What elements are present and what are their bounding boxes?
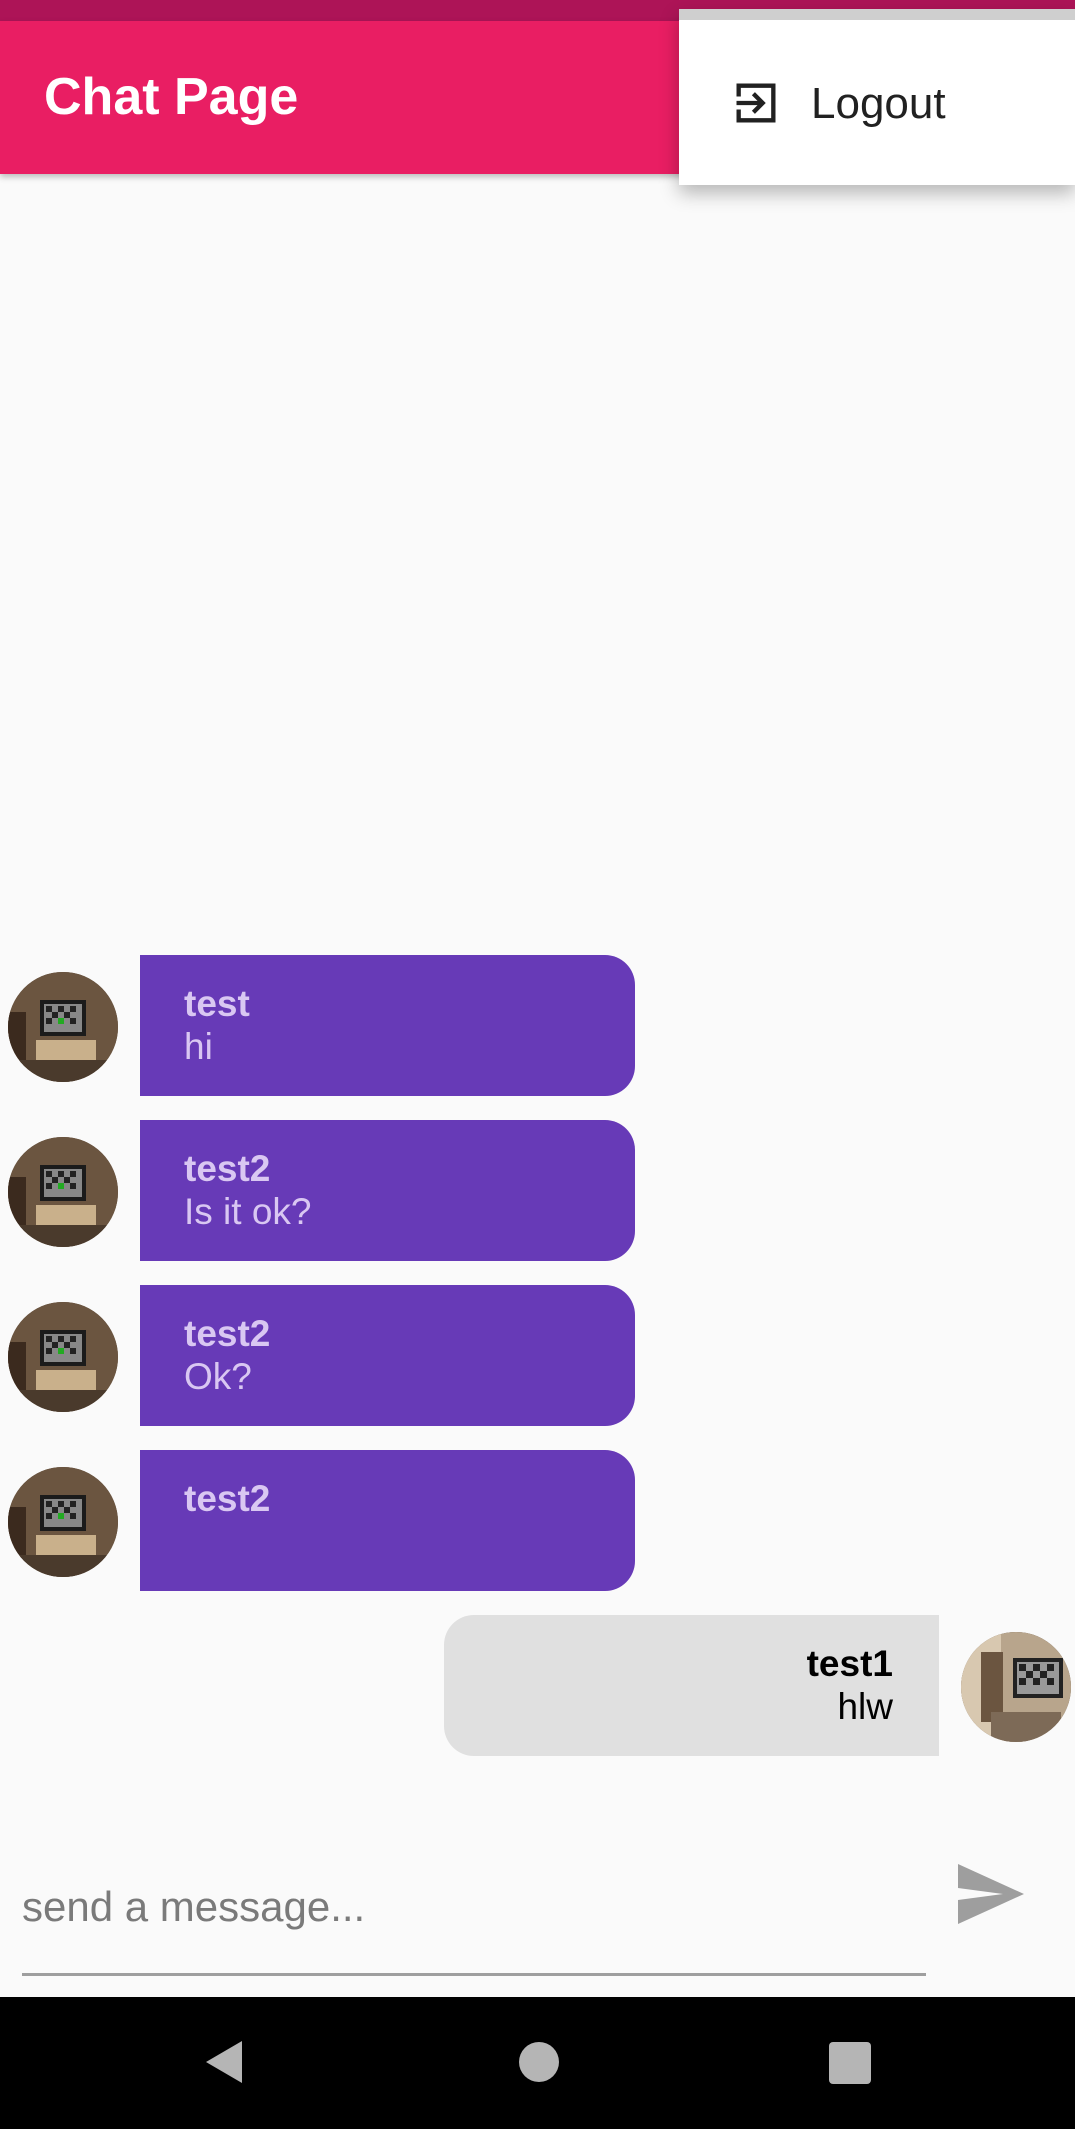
message-bubble: test2 Ok? bbox=[140, 1285, 635, 1426]
message-text: Is it ok? bbox=[184, 1191, 312, 1232]
avatar bbox=[8, 1467, 118, 1577]
message-text: hi bbox=[184, 1026, 213, 1067]
message-sender: test2 bbox=[184, 1478, 271, 1519]
avatar bbox=[961, 1632, 1071, 1742]
send-button[interactable] bbox=[955, 1864, 1027, 1924]
message-bubble: test1 hlw bbox=[444, 1615, 939, 1756]
message-sender: test2 bbox=[184, 1148, 271, 1189]
recents-icon bbox=[829, 2042, 871, 2084]
message-bubble: test2 bbox=[140, 1450, 635, 1591]
message-sender: test bbox=[184, 983, 250, 1024]
home-icon bbox=[519, 2042, 559, 2082]
avatar bbox=[8, 1137, 118, 1247]
message-row: test2 Is it ok? bbox=[0, 1120, 1075, 1261]
message-row: test2 Ok? bbox=[0, 1285, 1075, 1426]
home-button[interactable] bbox=[518, 2041, 560, 2083]
avatar bbox=[8, 972, 118, 1082]
message-row: test2 bbox=[0, 1450, 1075, 1591]
message-row: test1 hlw bbox=[0, 1615, 1075, 1756]
message-bubble: test hi bbox=[140, 955, 635, 1096]
message-sender: test1 bbox=[806, 1643, 893, 1684]
logout-icon bbox=[736, 83, 776, 123]
navigation-bar bbox=[0, 1997, 1075, 2129]
avatar bbox=[8, 1302, 118, 1412]
message-text: Ok? bbox=[184, 1356, 252, 1397]
message-bubble: test2 Is it ok? bbox=[140, 1120, 635, 1261]
overflow-menu: Logout bbox=[679, 9, 1075, 185]
logout-label: Logout bbox=[811, 79, 946, 128]
back-icon bbox=[206, 2041, 242, 2083]
message-row: test hi bbox=[0, 955, 1075, 1096]
recents-button[interactable] bbox=[829, 2042, 871, 2084]
message-text: hlw bbox=[837, 1686, 893, 1727]
page-title: Chat Page bbox=[44, 68, 299, 126]
composer bbox=[22, 1840, 926, 1976]
message-sender: test2 bbox=[184, 1313, 271, 1354]
logout-menu-item[interactable]: Logout bbox=[679, 20, 1075, 185]
back-button[interactable] bbox=[200, 2037, 250, 2087]
message-input[interactable] bbox=[22, 1840, 926, 1976]
send-icon bbox=[958, 1864, 1024, 1924]
